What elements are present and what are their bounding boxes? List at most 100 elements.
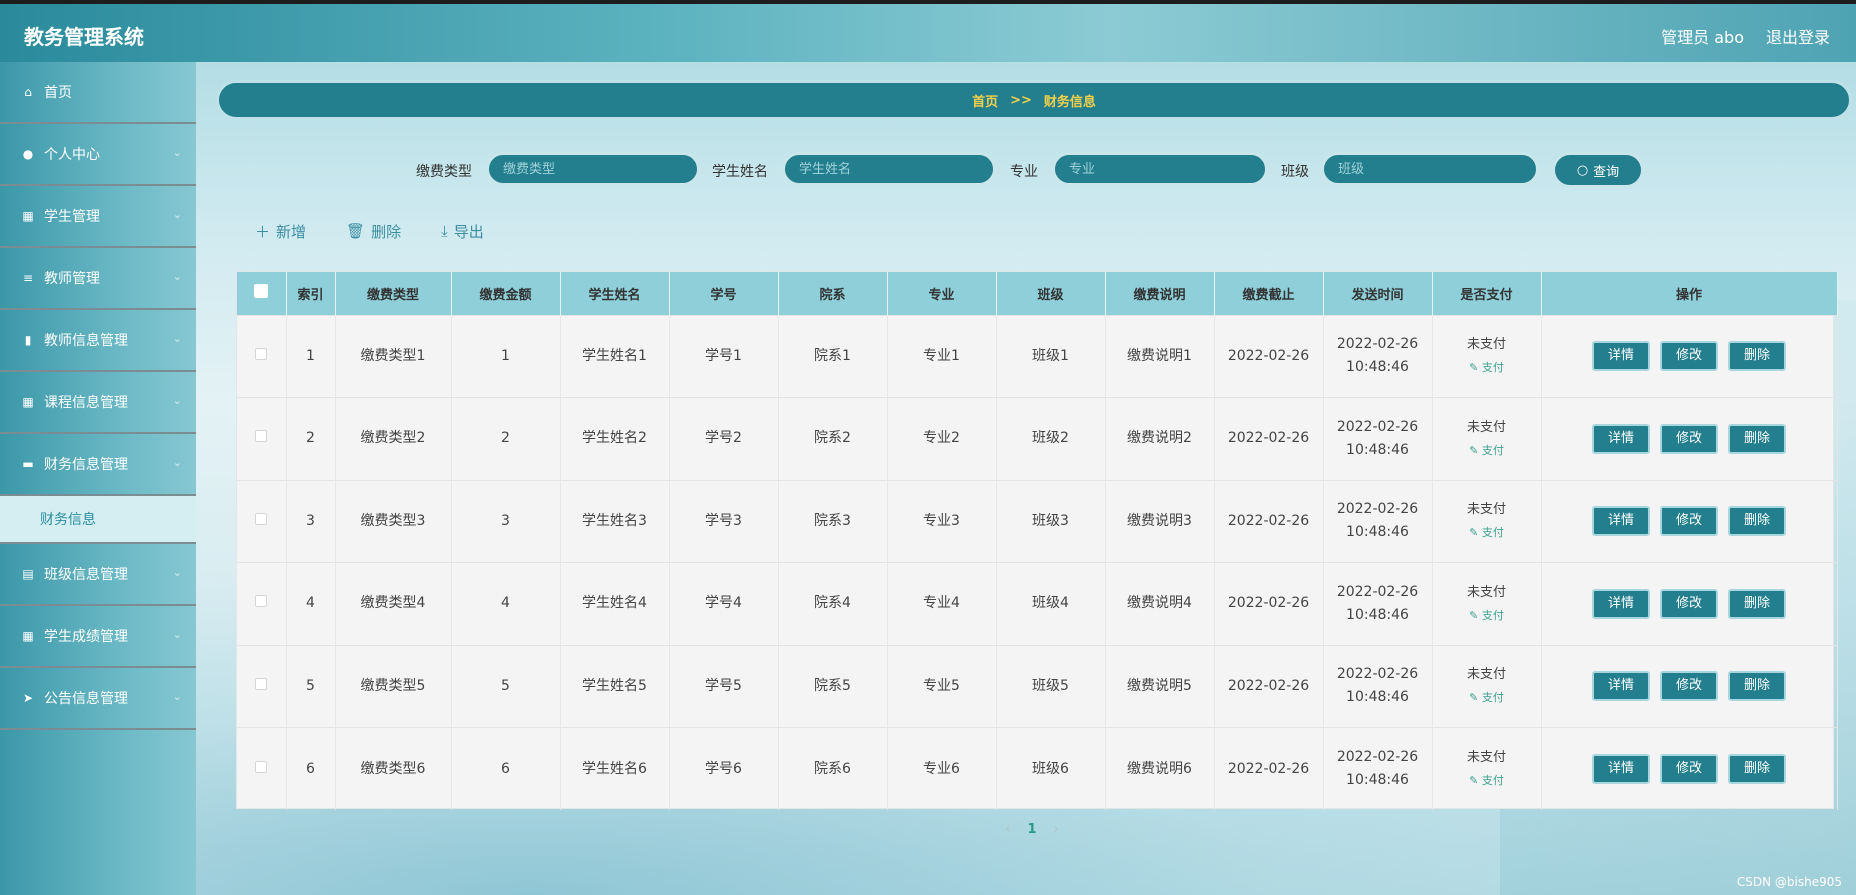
cell-desc: 缴费说明5 bbox=[1105, 645, 1215, 728]
home-icon: ⌂ bbox=[24, 85, 32, 99]
row-checkbox[interactable] bbox=[255, 677, 268, 690]
edit-button[interactable]: 修改 bbox=[1660, 588, 1718, 619]
pay-link[interactable]: ✎ 支付 bbox=[1433, 356, 1541, 379]
send-time: 10:48:46 bbox=[1346, 606, 1409, 623]
delete-button[interactable]: 🗑 删除 bbox=[346, 220, 401, 242]
cell-desc: 缴费说明4 bbox=[1105, 562, 1215, 645]
row-delete-button[interactable]: 删除 bbox=[1728, 341, 1786, 372]
select-all-checkbox[interactable] bbox=[254, 284, 269, 299]
sidebar-item-class-info[interactable]: ▤ 班级信息管理 ⌄ bbox=[0, 544, 196, 606]
pay-link[interactable]: ✎ 支付 bbox=[1433, 769, 1541, 792]
sidebar-item-finance-info[interactable]: ▬ 财务信息管理 ⌄ bbox=[0, 434, 196, 496]
export-button-label: 导出 bbox=[453, 222, 484, 241]
cell-amount: 6 bbox=[451, 727, 561, 810]
row-select-cell bbox=[237, 727, 287, 810]
cell-fee-type: 缴费类型4 bbox=[335, 562, 452, 645]
detail-button[interactable]: 详情 bbox=[1592, 754, 1650, 784]
cell-major: 专业2 bbox=[887, 397, 997, 480]
prev-page-button[interactable]: ‹ bbox=[996, 822, 1020, 837]
pay-link[interactable]: ✎ 支付 bbox=[1433, 686, 1541, 709]
cell-student-name: 学生姓名1 bbox=[560, 315, 670, 398]
cell-student-no: 学号4 bbox=[669, 562, 779, 645]
query-button[interactable]: ○ 查询 bbox=[1552, 152, 1644, 188]
cell-index: 5 bbox=[286, 645, 336, 728]
query-button-label: 查询 bbox=[1593, 164, 1620, 180]
select-all-cell bbox=[237, 272, 287, 315]
sidebar-item-home[interactable]: ⌂ 首页 bbox=[0, 62, 196, 124]
cell-class: 班级1 bbox=[996, 315, 1106, 398]
sidebar-item-student-grades[interactable]: ▦ 学生成绩管理 ⌄ bbox=[0, 606, 196, 668]
chevron-down-icon: ⌄ bbox=[172, 628, 182, 641]
column-header: 班级 bbox=[996, 272, 1106, 315]
pay-link[interactable]: ✎ 支付 bbox=[1433, 439, 1541, 462]
sidebar-item-student-management[interactable]: ▦ 学生管理 ⌄ bbox=[0, 186, 196, 248]
row-delete-button[interactable]: 删除 bbox=[1728, 506, 1786, 537]
sidebar-item-course-info[interactable]: ▦ 课程信息管理 ⌄ bbox=[0, 372, 196, 434]
export-button[interactable]: ⤓ 导出 bbox=[441, 220, 484, 242]
logout-link[interactable]: 退出登录 bbox=[1766, 24, 1830, 48]
edit-button[interactable]: 修改 bbox=[1660, 671, 1718, 702]
page-number-current[interactable]: 1 bbox=[1020, 822, 1044, 837]
cell-student-name: 学生姓名5 bbox=[560, 645, 670, 728]
edit-button[interactable]: 修改 bbox=[1660, 754, 1718, 784]
column-header: 学号 bbox=[669, 272, 779, 315]
cell-index: 4 bbox=[286, 562, 336, 645]
detail-button[interactable]: 详情 bbox=[1592, 341, 1650, 372]
next-page-button[interactable]: › bbox=[1044, 822, 1068, 837]
detail-button[interactable]: 详情 bbox=[1592, 423, 1650, 454]
sidebar-item-label: 教师信息管理 bbox=[44, 333, 128, 349]
edit-button[interactable]: 修改 bbox=[1660, 506, 1718, 537]
cell-student-name: 学生姓名2 bbox=[560, 397, 670, 480]
row-delete-button[interactable]: 删除 bbox=[1728, 588, 1786, 619]
row-delete-button[interactable]: 删除 bbox=[1728, 754, 1786, 784]
row-delete-button[interactable]: 删除 bbox=[1728, 671, 1786, 702]
row-checkbox[interactable] bbox=[255, 512, 268, 525]
cell-payment-status: 未支付 ✎ 支付 bbox=[1432, 480, 1542, 563]
row-delete-button[interactable]: 删除 bbox=[1728, 423, 1786, 454]
sidebar-item-announcements[interactable]: ➤ 公告信息管理 ⌄ bbox=[0, 668, 196, 730]
breadcrumb-home[interactable]: 首页 bbox=[972, 91, 998, 110]
fee-type-input[interactable] bbox=[486, 152, 700, 186]
trash-icon: 🗑 bbox=[346, 222, 366, 240]
sidebar-item-teacher-management[interactable]: ≡ 教师管理 ⌄ bbox=[0, 248, 196, 310]
pay-link[interactable]: ✎ 支付 bbox=[1433, 604, 1541, 627]
edit-icon: ✎ bbox=[1469, 526, 1482, 540]
cell-actions: 详情 修改 删除 bbox=[1541, 727, 1838, 810]
cell-major: 专业5 bbox=[887, 645, 997, 728]
sidebar-item-teacher-info[interactable]: ▮ 教师信息管理 ⌄ bbox=[0, 310, 196, 372]
detail-button[interactable]: 详情 bbox=[1592, 671, 1650, 702]
payment-status: 未支付 bbox=[1466, 502, 1506, 518]
student-name-input[interactable] bbox=[782, 152, 996, 186]
class-input[interactable] bbox=[1321, 152, 1539, 186]
row-select-cell bbox=[237, 562, 287, 645]
edit-button[interactable]: 修改 bbox=[1660, 423, 1718, 454]
major-input[interactable] bbox=[1052, 152, 1268, 186]
breadcrumb: 首页 >> 财务信息 bbox=[216, 80, 1852, 120]
sidebar-item-label: 财务信息管理 bbox=[44, 457, 128, 473]
pay-link[interactable]: ✎ 支付 bbox=[1433, 521, 1541, 544]
edit-button[interactable]: 修改 bbox=[1660, 341, 1718, 372]
chevron-down-icon: ⌄ bbox=[172, 566, 182, 579]
table-header-row: 索引 缴费类型 缴费金额 学生姓名 学号 院系 专业 班级 缴费说明 缴费截止 … bbox=[237, 272, 1838, 315]
add-button-label: 新增 bbox=[276, 222, 307, 241]
payment-status: 未支付 bbox=[1466, 750, 1506, 765]
row-checkbox[interactable] bbox=[255, 760, 268, 773]
detail-button[interactable]: 详情 bbox=[1592, 588, 1650, 619]
cell-student-name: 学生姓名4 bbox=[560, 562, 670, 645]
row-checkbox[interactable] bbox=[255, 347, 268, 360]
row-checkbox[interactable] bbox=[255, 430, 268, 443]
cell-fee-type: 缴费类型3 bbox=[335, 480, 452, 563]
detail-button[interactable]: 详情 bbox=[1592, 506, 1650, 537]
pagination: ‹ 1 › bbox=[996, 822, 1068, 837]
edit-icon: ✎ bbox=[1469, 691, 1482, 705]
cell-class: 班级3 bbox=[996, 480, 1106, 563]
send-time: 10:48:46 bbox=[1346, 689, 1409, 706]
cell-class: 班级5 bbox=[996, 645, 1106, 728]
row-select-cell bbox=[237, 315, 287, 398]
add-button[interactable]: ＋ 新增 bbox=[255, 220, 306, 242]
fee-type-label: 缴费类型 bbox=[416, 164, 472, 180]
cell-send-time: 2022-02-26 10:48:46 bbox=[1323, 562, 1433, 645]
sidebar-subitem-finance-info[interactable]: 财务信息 bbox=[0, 496, 196, 544]
row-checkbox[interactable] bbox=[255, 595, 268, 608]
finance-table: 索引 缴费类型 缴费金额 学生姓名 学号 院系 专业 班级 缴费说明 缴费截止 … bbox=[236, 271, 1838, 810]
